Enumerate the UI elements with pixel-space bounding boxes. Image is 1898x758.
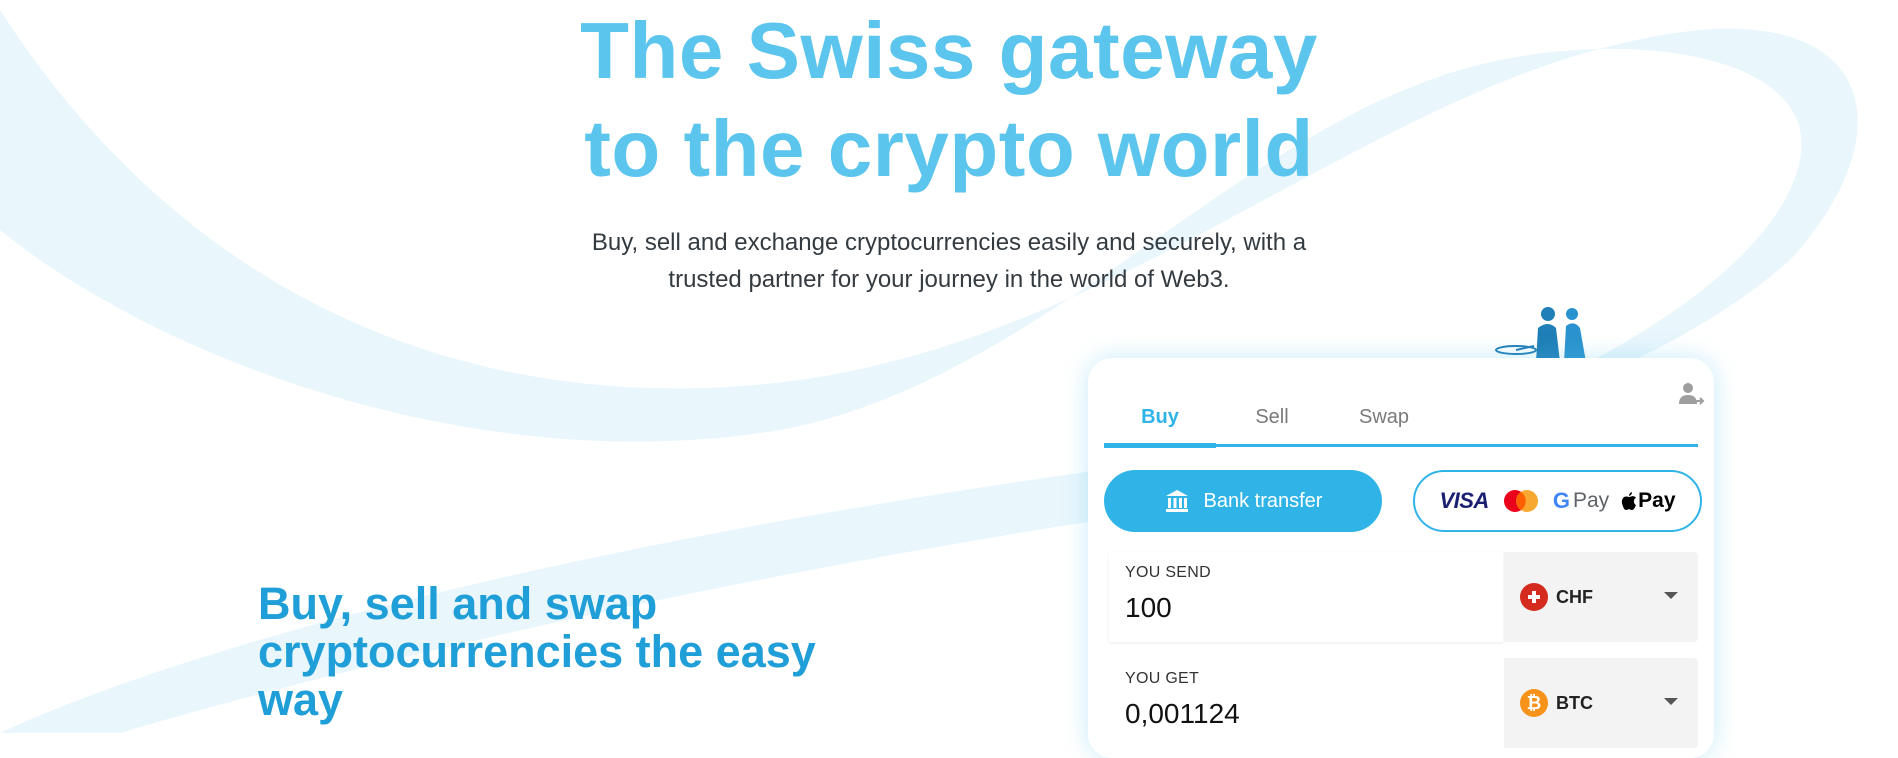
hero-title-line-1: The Swiss gateway [580, 6, 1318, 95]
bank-transfer-label: Bank transfer [1203, 489, 1323, 512]
apple-icon [1621, 492, 1637, 510]
swiss-flag-icon [1520, 583, 1548, 611]
get-currency-code: BTC [1556, 692, 1593, 713]
google-pay-label: Pay [1572, 489, 1610, 512]
hero-title-line-2: to the crypto world [584, 104, 1314, 193]
get-currency-select[interactable]: ₿ BTC [1504, 658, 1698, 748]
bank-icon [1165, 490, 1188, 512]
bitcoin-icon: ₿ [1520, 689, 1548, 717]
trade-tabs: Buy Sell Swap [1104, 404, 1698, 448]
apple-pay-label: Pay [1638, 489, 1676, 512]
you-get-input[interactable] [1125, 698, 1465, 730]
you-get-label: YOU GET [1125, 670, 1200, 687]
you-send-input[interactable] [1125, 592, 1465, 624]
chevron-down-icon [1664, 592, 1678, 599]
you-get-field: YOU GET [1109, 658, 1503, 748]
people-illustration [1495, 307, 1586, 362]
exchange-widget: Buy Sell Swap Bank transfer VISA G Pay P… [1088, 358, 1714, 758]
chevron-down-icon [1664, 698, 1678, 705]
google-g-icon: G [1552, 488, 1570, 513]
bank-transfer-button[interactable]: Bank transfer [1104, 470, 1382, 532]
hero-subtitle: Buy, sell and exchange cryptocurrencies … [0, 224, 1898, 298]
section-title: Buy, sell and swap cryptocurrencies the … [258, 578, 816, 725]
hero-subtitle-line-2: trusted partner for your journey in the … [668, 266, 1230, 293]
you-send-label: YOU SEND [1125, 564, 1211, 581]
visa-logo: VISA [1439, 488, 1489, 513]
apple-pay-logo: Pay [1621, 489, 1676, 513]
mastercard-icon [1503, 490, 1538, 512]
hero-title: The Swiss gateway to the crypto world [0, 2, 1898, 198]
google-pay-logo: G Pay [1553, 488, 1609, 514]
send-currency-select[interactable]: CHF [1504, 552, 1698, 642]
tab-buy[interactable]: Buy [1104, 404, 1216, 448]
tab-swap[interactable]: Swap [1328, 404, 1440, 444]
card-payment-button[interactable]: VISA G Pay Pay [1413, 470, 1702, 532]
you-send-field: YOU SEND [1109, 552, 1503, 642]
tab-sell[interactable]: Sell [1216, 404, 1328, 444]
send-currency-code: CHF [1556, 586, 1593, 607]
hero-subtitle-line-1: Buy, sell and exchange cryptocurrencies … [591, 229, 1307, 256]
